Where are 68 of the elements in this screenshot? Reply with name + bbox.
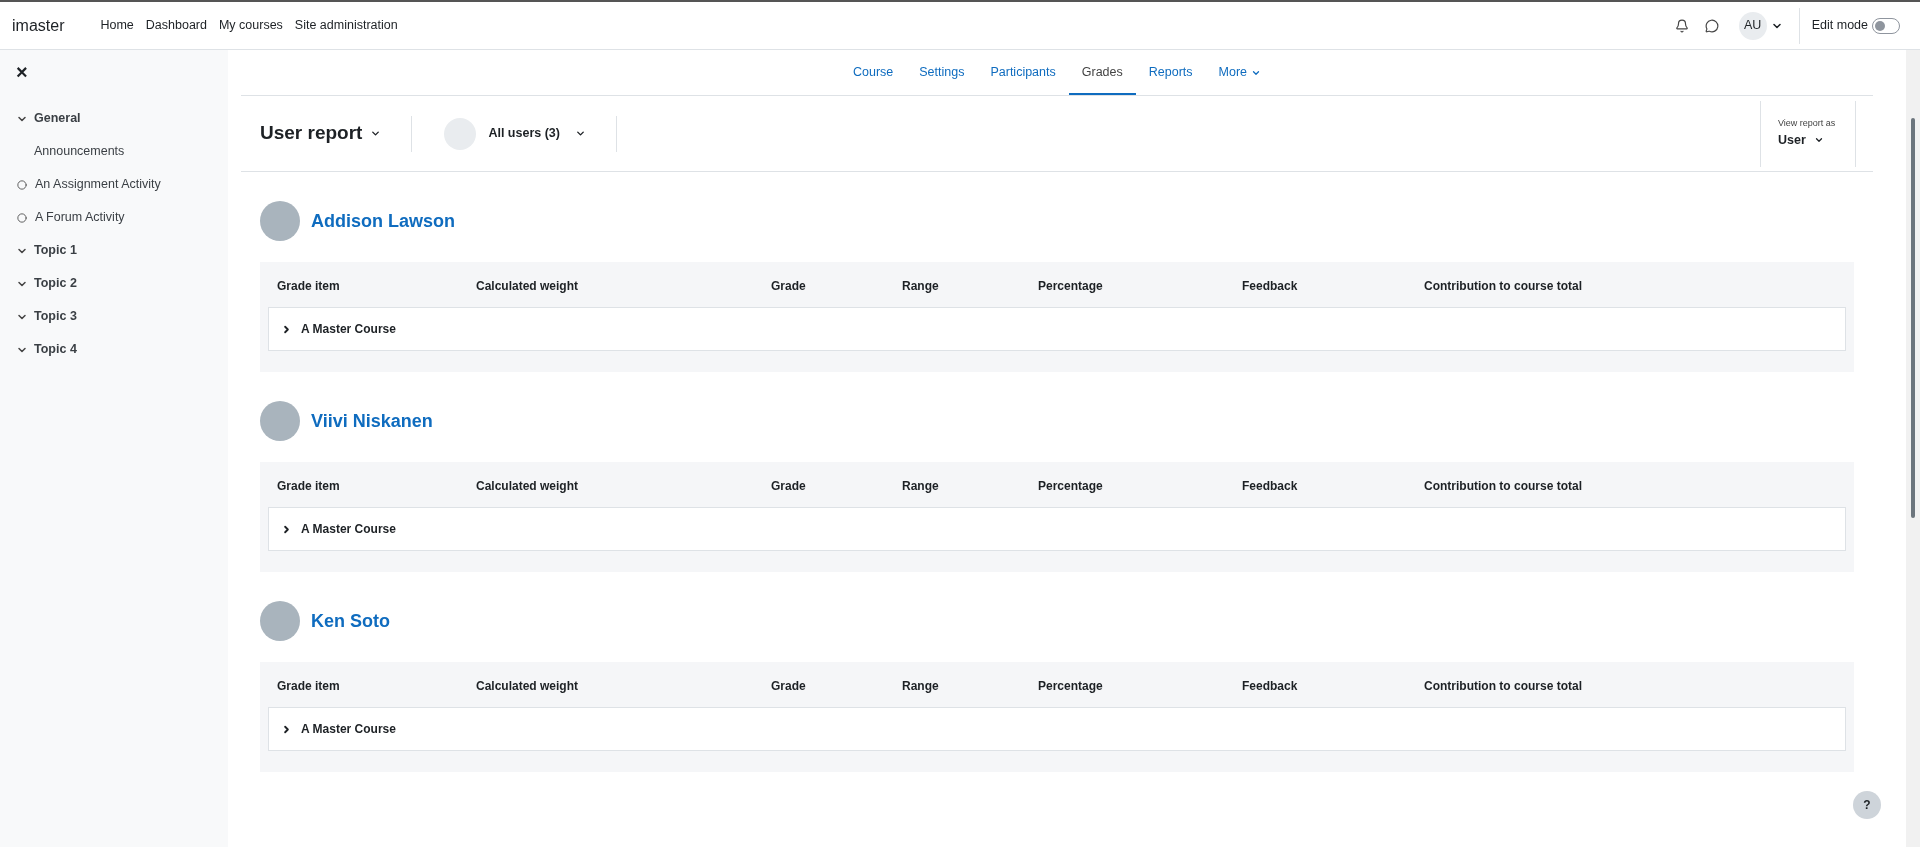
- column-header: Calculated weight: [476, 278, 579, 293]
- circle-icon: [17, 179, 27, 190]
- secondary-nav-tab[interactable]: Course: [839, 52, 907, 95]
- course-index-item[interactable]: Topic 2: [34, 274, 77, 293]
- column-header: Grade item: [277, 678, 340, 693]
- user-name-link[interactable]: Addison Lawson: [311, 207, 455, 235]
- expand-toggle[interactable]: [281, 723, 292, 735]
- user-filter-dropdown[interactable]: All users (3): [412, 117, 616, 150]
- column-header: Grade: [771, 278, 806, 293]
- course-index-item[interactable]: Topic 3: [34, 307, 77, 326]
- course-index-item[interactable]: Topic 4: [34, 340, 77, 359]
- secondary-nav-tab[interactable]: Settings: [906, 52, 978, 95]
- column-header: Grade item: [277, 478, 340, 493]
- secondary-nav-tab[interactable]: Participants: [977, 52, 1069, 95]
- grade-item-name: A Master Course: [301, 721, 396, 738]
- grade-item-name: A Master Course: [301, 521, 396, 538]
- avatar-photo-placeholder: [260, 601, 300, 641]
- column-header: Percentage: [1038, 478, 1103, 493]
- user-name-link[interactable]: Ken Soto: [311, 607, 390, 635]
- view-as-dropdown[interactable]: User: [1778, 130, 1838, 150]
- column-header: Percentage: [1038, 278, 1103, 293]
- caret-icon: [575, 128, 586, 139]
- site-brand[interactable]: imaster: [12, 13, 65, 38]
- avatar-photo-placeholder: [260, 201, 300, 241]
- column-header: Feedback: [1242, 278, 1298, 293]
- secondary-nav-tab[interactable]: More: [1205, 52, 1274, 95]
- nav-link[interactable]: My courses: [218, 16, 283, 35]
- column-header: Range: [902, 478, 939, 493]
- course-index-item[interactable]: An Assignment Activity: [35, 175, 161, 194]
- help-button[interactable]: ?: [1853, 791, 1881, 819]
- course-index-item[interactable]: A Forum Activity: [35, 208, 125, 227]
- caret-icon: [370, 128, 382, 139]
- close-button[interactable]: ×: [16, 62, 28, 82]
- secondary-nav-tab[interactable]: Reports: [1135, 52, 1206, 95]
- circle-icon: [17, 212, 27, 223]
- expand-toggle[interactable]: [281, 323, 292, 335]
- course-index-item[interactable]: Announcements: [34, 142, 125, 161]
- report-selector[interactable]: User report: [241, 119, 412, 148]
- column-header: Calculated weight: [476, 478, 579, 493]
- view-as-label: View report as: [1778, 117, 1837, 131]
- user-avatar[interactable]: AU: [1738, 11, 1767, 40]
- column-header: Contribution to course total: [1424, 278, 1582, 293]
- nav-link[interactable]: Home: [100, 16, 134, 35]
- scrollbar[interactable]: [1906, 50, 1920, 847]
- edit-mode-label: Edit mode: [1811, 17, 1868, 35]
- nav-link[interactable]: Site administration: [294, 16, 398, 35]
- user-name-link[interactable]: Viivi Niskanen: [311, 407, 433, 435]
- nav-link[interactable]: Dashboard: [145, 16, 207, 35]
- avatar-photo-placeholder: [260, 401, 300, 441]
- column-header: Range: [902, 678, 939, 693]
- column-header: Grade: [771, 478, 806, 493]
- column-header: Calculated weight: [476, 678, 579, 693]
- grade-item-name: A Master Course: [301, 321, 396, 338]
- course-index-item[interactable]: General: [34, 109, 81, 128]
- edit-mode-switch[interactable]: [1872, 17, 1900, 34]
- column-header: Contribution to course total: [1424, 478, 1582, 493]
- column-header: Range: [902, 278, 939, 293]
- secondary-nav-tab[interactable]: Grades: [1068, 52, 1136, 95]
- column-header: Feedback: [1242, 678, 1298, 693]
- column-header: Grade item: [277, 278, 340, 293]
- expand-toggle[interactable]: [281, 523, 292, 535]
- course-index-item[interactable]: Topic 1: [34, 241, 77, 260]
- column-header: Grade: [771, 678, 806, 693]
- chat-bubble-icon[interactable]: [1704, 18, 1719, 33]
- notification-bell-icon[interactable]: [1674, 18, 1689, 33]
- column-header: Feedback: [1242, 478, 1298, 493]
- column-header: Contribution to course total: [1424, 678, 1582, 693]
- column-header: Percentage: [1038, 678, 1103, 693]
